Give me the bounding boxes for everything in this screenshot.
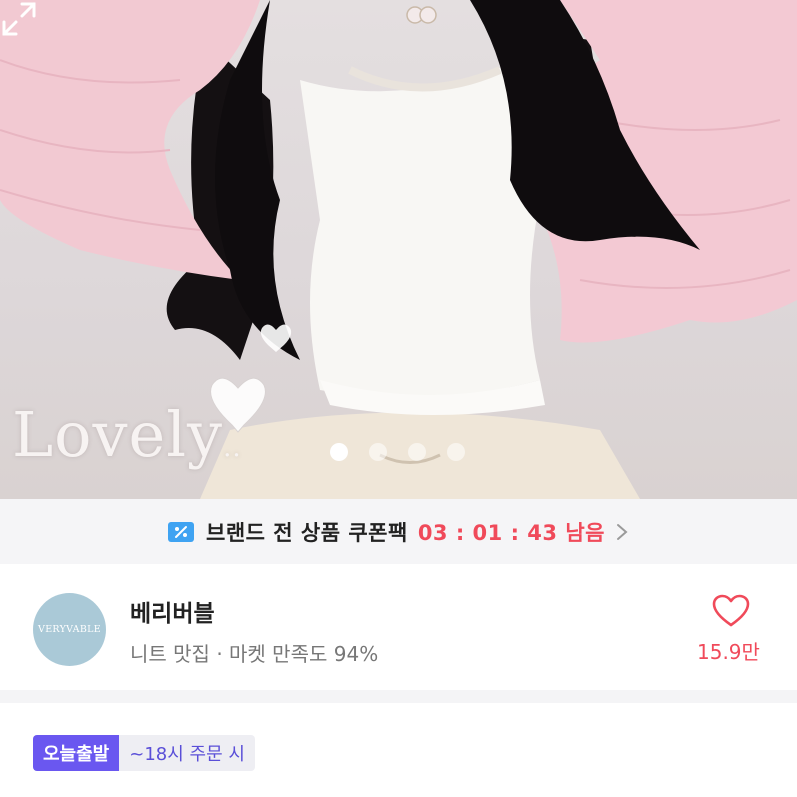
section-divider — [0, 690, 797, 703]
coupon-label: 브랜드 전 상품 쿠폰팩 — [206, 520, 408, 545]
today-shipping-badge: 오늘출발 — [33, 735, 120, 771]
coupon-percent-icon — [168, 521, 194, 542]
shop-logo[interactable]: VERYVABLE — [33, 593, 106, 666]
fullscreen-expand-icon[interactable] — [0, 0, 38, 38]
product-image-carousel[interactable]: Lovely.. — [0, 0, 797, 499]
carousel-dot[interactable] — [408, 443, 426, 461]
coupon-pack-banner[interactable]: 브랜드 전 상품 쿠폰팩 03 : 01 : 43 남음 — [0, 499, 797, 564]
delivery-badge-group: 오늘출발 ~18시 주문 시 — [33, 735, 255, 771]
chevron-right-icon — [616, 523, 628, 540]
carousel-dot[interactable] — [330, 443, 348, 461]
heart-icon[interactable] — [712, 594, 750, 628]
product-title-partial — [33, 784, 733, 797]
carousel-dot[interactable] — [369, 443, 387, 461]
caption-trail: .. — [223, 433, 242, 463]
order-cutoff-label: ~18시 주문 시 — [119, 735, 255, 771]
image-overlay-caption: Lovely.. — [12, 398, 242, 471]
shop-name[interactable]: 베리버블 — [130, 594, 215, 628]
carousel-indicator — [330, 443, 465, 461]
caption-text: Lovely — [12, 398, 224, 471]
shop-subtitle: 니트 맛집 · 마켓 만족도 94% — [130, 642, 379, 666]
shop-logo-text: VERYVABLE — [38, 624, 101, 635]
coupon-countdown: 03 : 01 : 43 남음 — [417, 520, 605, 545]
shop-info-row[interactable]: VERYVABLE 베리버블 니트 맛집 · 마켓 만족도 94% 15.9만 — [0, 564, 797, 690]
like-count: 15.9만 — [697, 640, 760, 664]
carousel-dot[interactable] — [447, 443, 465, 461]
